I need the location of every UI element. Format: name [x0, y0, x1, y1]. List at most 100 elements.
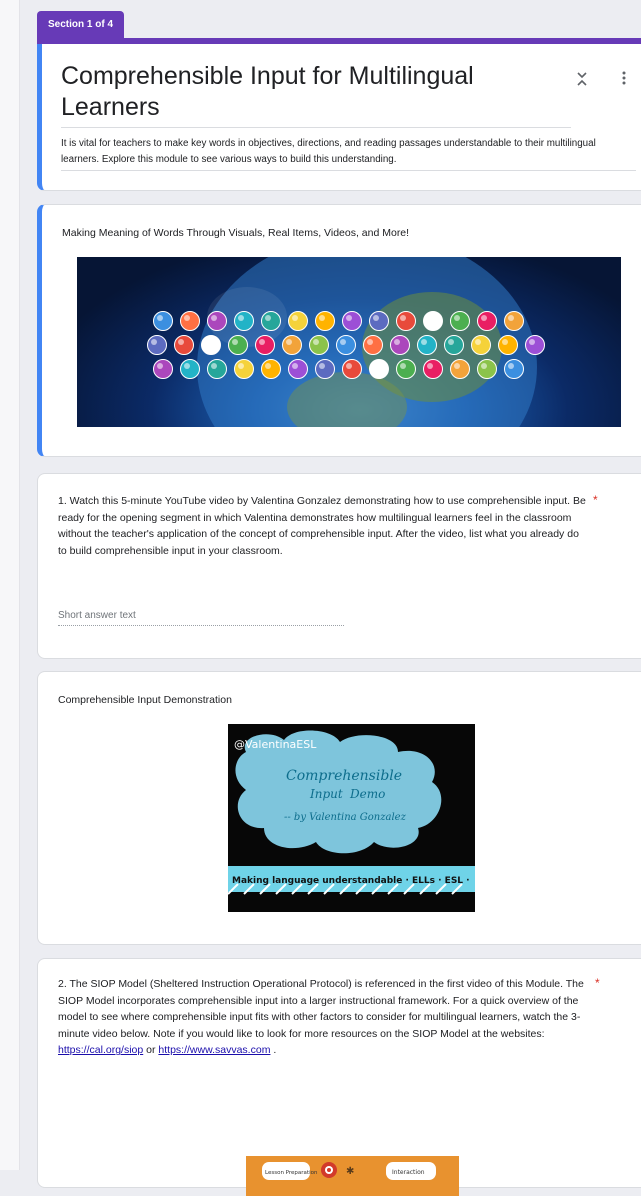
thumb-line2b: Demo: [349, 787, 385, 801]
app-icon-highlight: [394, 339, 400, 345]
app-icon-bubble: [309, 335, 329, 355]
app-icon-highlight: [373, 315, 379, 321]
app-icon-bubble: [396, 359, 416, 379]
app-icon-highlight: [157, 315, 163, 321]
app-icon-bubble: [369, 311, 389, 331]
app-icon-highlight: [400, 315, 406, 321]
link-cal-siop[interactable]: https://cal.org/siop: [58, 1044, 143, 1056]
app-icon-highlight: [508, 315, 514, 321]
app-icon-bubble: [504, 359, 524, 379]
app-icon-highlight: [373, 363, 379, 369]
app-icon-bubble: [315, 311, 335, 331]
image-card[interactable]: Making Meaning of Words Through Visuals,…: [37, 204, 641, 457]
question-text-end: .: [273, 1044, 277, 1057]
app-icon-highlight: [454, 315, 460, 321]
image-title: Making Meaning of Words Through Visuals,…: [62, 227, 410, 239]
short-answer-field[interactable]: Short answer text: [58, 607, 344, 626]
app-icon-highlight: [340, 339, 346, 345]
section-tab: Section 1 of 4: [37, 11, 125, 38]
app-icon-highlight: [529, 339, 535, 345]
siop-label-1: Lesson Preparation: [265, 1170, 318, 1176]
app-icon-bubble: [396, 311, 416, 331]
form-header-card: Comprehensible Input for Multilingual Le…: [37, 44, 641, 191]
app-icon-bubble: [261, 311, 281, 331]
app-icon-highlight: [292, 315, 298, 321]
app-icon-highlight: [259, 339, 265, 345]
required-asterisk: *: [595, 976, 600, 990]
app-icon-highlight: [319, 315, 325, 321]
question-card[interactable]: 1. Watch this 5-minute YouTube video by …: [37, 473, 641, 659]
app-icon-bubble: [261, 359, 281, 379]
app-icon-highlight: [292, 363, 298, 369]
app-icon-bubble: [417, 335, 437, 355]
app-icon-bubble: [342, 311, 362, 331]
app-icon-highlight: [448, 339, 454, 345]
app-icon-bubble: [255, 335, 275, 355]
collapse-icon[interactable]: [576, 71, 588, 89]
app-icon-bubble: [477, 359, 497, 379]
app-icon-highlight: [151, 339, 157, 345]
image-card[interactable]: Comprehensible Input Demonstration @Vale…: [37, 671, 641, 945]
app-icon-bubble: [477, 311, 497, 331]
app-icon-highlight: [184, 315, 190, 321]
app-icon-highlight: [205, 339, 211, 345]
thumb-line1: Comprehensible: [286, 768, 402, 784]
form-title[interactable]: Comprehensible Input for Multilingual Le…: [61, 61, 571, 128]
app-icon-highlight: [427, 315, 433, 321]
app-icon-bubble: [228, 335, 248, 355]
image-title: Comprehensible Input Demonstration: [58, 694, 232, 706]
thumb-banner: Making language understandable · ELLs · …: [232, 876, 470, 886]
app-icon-bubble: [369, 359, 389, 379]
app-icon-bubble: [288, 311, 308, 331]
app-icon-highlight: [421, 339, 427, 345]
app-icon-bubble: [282, 335, 302, 355]
question-text-or: or: [146, 1044, 156, 1057]
siop-video-thumbnail-image: Lesson Preparation ✱ Interaction: [246, 1156, 459, 1196]
app-icon-highlight: [157, 363, 163, 369]
app-icon-bubble: [444, 335, 464, 355]
app-icon-bubble: [147, 335, 167, 355]
more-vert-icon[interactable]: [621, 70, 627, 88]
siop-label-2: Interaction: [392, 1169, 425, 1176]
app-icon-bubble: [180, 359, 200, 379]
app-icon-bubble: [207, 311, 227, 331]
app-icon-highlight: [238, 315, 244, 321]
app-icon-bubble: [234, 359, 254, 379]
app-icon-highlight: [178, 339, 184, 345]
app-icon-highlight: [265, 363, 271, 369]
left-margin: [0, 0, 20, 1170]
app-icon-bubble: [450, 311, 470, 331]
app-icon-bubble: [390, 335, 410, 355]
required-asterisk: *: [593, 493, 598, 507]
app-icon-highlight: [427, 363, 433, 369]
question-text: 2. The SIOP Model (Sheltered Instruction…: [58, 976, 604, 1059]
video-thumbnail-image: @ValentinaESL Comprehensible Input Demo …: [228, 724, 475, 912]
app-icon-bubble: [207, 359, 227, 379]
app-icon-bubble: [315, 359, 335, 379]
app-icon-bubble: [450, 359, 470, 379]
app-icon-highlight: [238, 363, 244, 369]
app-icon-highlight: [400, 363, 406, 369]
app-icon-bubble: [180, 311, 200, 331]
app-icon-bubble: [234, 311, 254, 331]
app-icon-bubble: [498, 335, 518, 355]
question-text: 1. Watch this 5-minute YouTube video by …: [58, 495, 586, 557]
app-icon-bubble: [288, 359, 308, 379]
app-icon-highlight: [319, 363, 325, 369]
app-icon-bubble: [363, 335, 383, 355]
app-icon-highlight: [502, 339, 508, 345]
app-icon-bubble: [153, 359, 173, 379]
app-icon-highlight: [232, 339, 238, 345]
app-icon-highlight: [454, 363, 460, 369]
app-icon-highlight: [481, 363, 487, 369]
thumb-line2: Input: [309, 787, 343, 801]
form-description[interactable]: It is vital for teachers to make key wor…: [61, 136, 636, 171]
app-icon-highlight: [313, 339, 319, 345]
app-icon-highlight: [211, 363, 217, 369]
app-icon-highlight: [481, 315, 487, 321]
app-icon-highlight: [184, 363, 190, 369]
app-icon-bubble: [174, 335, 194, 355]
question-card[interactable]: 2. The SIOP Model (Sheltered Instruction…: [37, 958, 641, 1196]
link-savvas[interactable]: https://www.savvas.com: [158, 1044, 270, 1056]
social-media-globe-image: [77, 257, 621, 427]
